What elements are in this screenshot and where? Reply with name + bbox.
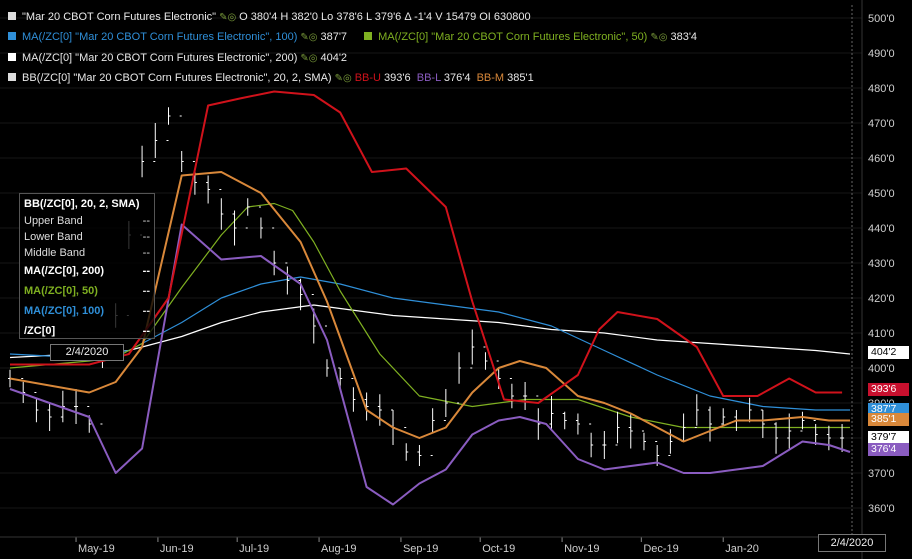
y-tick-label: 500'0 — [868, 13, 895, 25]
tooltip-ma200-value: -- — [142, 265, 150, 277]
legend-ohlc-stats: O 380'4 H 382'0 Lo 378'6 L 379'6 Δ -1'4 … — [239, 11, 531, 23]
x-tick-label: Nov-19 — [564, 543, 599, 555]
tooltip-lower-value: -- — [142, 231, 150, 243]
tooltip-upper-label: Upper Band — [24, 215, 83, 227]
x-axis-ticks: May-19 Jun-19 Jul-19 Aug-19 Sep-19 Oct-19 Nov-… — [75, 537, 759, 555]
x-tick-label: Jun-19 — [160, 543, 194, 555]
y-tick-label: 490'0 — [868, 48, 895, 60]
legend-ma100-name: MA(/ZC[0] "Mar 20 CBOT Corn Futures Elec… — [22, 31, 298, 43]
y-tick-label: 370'0 — [868, 468, 895, 480]
legend-ma50-name: MA(/ZC[0] "Mar 20 CBOT Corn Futures Elec… — [378, 31, 648, 43]
legend-bbu-value: 393'6 — [384, 72, 411, 84]
tooltip-middle-value: -- — [142, 247, 150, 259]
series-swatch — [8, 12, 16, 20]
x-tick-label: Sep-19 — [403, 543, 438, 555]
legend-bbl-value: 376'4 — [443, 72, 471, 84]
series-swatch — [8, 53, 16, 61]
edit-pencil-icon[interactable]: ✎◎ — [300, 53, 317, 64]
price-tag: 376'4 — [868, 443, 909, 457]
tooltip-ma50-label: MA(/ZC[0], 50) — [24, 285, 98, 297]
edit-pencil-icon[interactable]: ✎◎ — [219, 12, 236, 23]
tooltip-ma200-label: MA(/ZC[0], 200) — [24, 265, 105, 277]
legend-ma50-value: 383'4 — [670, 31, 698, 43]
legend-row-ma200: MA(/ZC[0] "Mar 20 CBOT Corn Futures Elec… — [8, 52, 347, 64]
tooltip-ma100-label: MA(/ZC[0], 100) — [24, 305, 105, 317]
x-tick-label: Jul-19 — [239, 543, 269, 555]
legend-ma200-value: 404'2 — [320, 52, 348, 64]
legend-bbl-label: BB-L — [416, 72, 441, 84]
y-tick-label: 430'0 — [868, 258, 895, 270]
price-tag: 393'6 — [868, 382, 909, 396]
tooltip-ma100-value: -- — [142, 305, 150, 317]
chart-window: { "legend": { "row1": {"name": "\"Mar 20… — [0, 0, 912, 559]
x-tick-label: Oct-19 — [482, 543, 515, 555]
price-tag: 404'2 — [868, 346, 909, 360]
y-tick-label: 480'0 — [868, 83, 895, 95]
crosshair-tooltip: BB(/ZC[0], 20, 2, SMA) Upper Band -- Lowe… — [19, 193, 155, 339]
tooltip-symbol-value: -- — [142, 325, 150, 337]
y-tick-label: 410'0 — [868, 328, 895, 340]
legend-row-ohlc: "Mar 20 CBOT Corn Futures Electronic" ✎◎ O… — [8, 11, 531, 23]
series-swatch — [8, 73, 16, 81]
legend-bbu-label: BB-U — [354, 72, 381, 84]
y-tick-label: 400'0 — [868, 363, 895, 375]
x-tick-label: Jan-20 — [725, 543, 759, 555]
tooltip-ma50-value: -- — [142, 285, 150, 297]
y-tick-label: 420'0 — [868, 293, 895, 305]
edit-pencil-icon[interactable]: ✎◎ — [650, 32, 667, 43]
series-swatch — [8, 32, 16, 40]
tooltip-middle-label: Middle Band — [24, 247, 86, 259]
legend-bb-name: BB(/ZC[0] "Mar 20 CBOT Corn Futures Elec… — [22, 72, 332, 84]
legend-ma200-name: MA(/ZC[0] "Mar 20 CBOT Corn Futures Elec… — [22, 52, 298, 64]
legend-row-bb: BB(/ZC[0] "Mar 20 CBOT Corn Futures Elec… — [8, 72, 534, 84]
x-tick-label: Dec-19 — [643, 543, 678, 555]
legend-row-ma: MA(/ZC[0] "Mar 20 CBOT Corn Futures Elec… — [8, 31, 697, 43]
x-tick-label: May-19 — [78, 543, 115, 555]
edit-pencil-icon[interactable]: ✎◎ — [335, 73, 352, 84]
x-tick-label: Aug-19 — [321, 543, 356, 555]
y-tick-label: 440'0 — [868, 223, 895, 235]
tooltip-upper-value: -- — [142, 215, 150, 227]
tooltip-symbol-label: /ZC[0] — [24, 325, 56, 337]
y-tick-label: 470'0 — [868, 118, 895, 130]
series-swatch — [364, 32, 373, 40]
legend-bbm-label: BB-M — [476, 72, 505, 84]
y-tick-label: 460'0 — [868, 153, 895, 165]
legend-symbol-name: "Mar 20 CBOT Corn Futures Electronic" — [22, 11, 217, 23]
legend-bbm-value: 385'1 — [507, 72, 534, 84]
tooltip-title: BB(/ZC[0], 20, 2, SMA) — [24, 198, 140, 210]
legend-ma100-value: 387'7 — [320, 31, 348, 43]
cursor-date-label: 2/4/2020 — [818, 534, 886, 552]
tooltip-date: 2/4/2020 — [50, 344, 124, 361]
tooltip-lower-label: Lower Band — [24, 231, 83, 243]
edit-pencil-icon[interactable]: ✎◎ — [300, 32, 317, 43]
y-tick-label: 450'0 — [868, 188, 895, 200]
price-tag: 385'1 — [868, 413, 909, 427]
y-tick-label: 360'0 — [868, 503, 895, 515]
